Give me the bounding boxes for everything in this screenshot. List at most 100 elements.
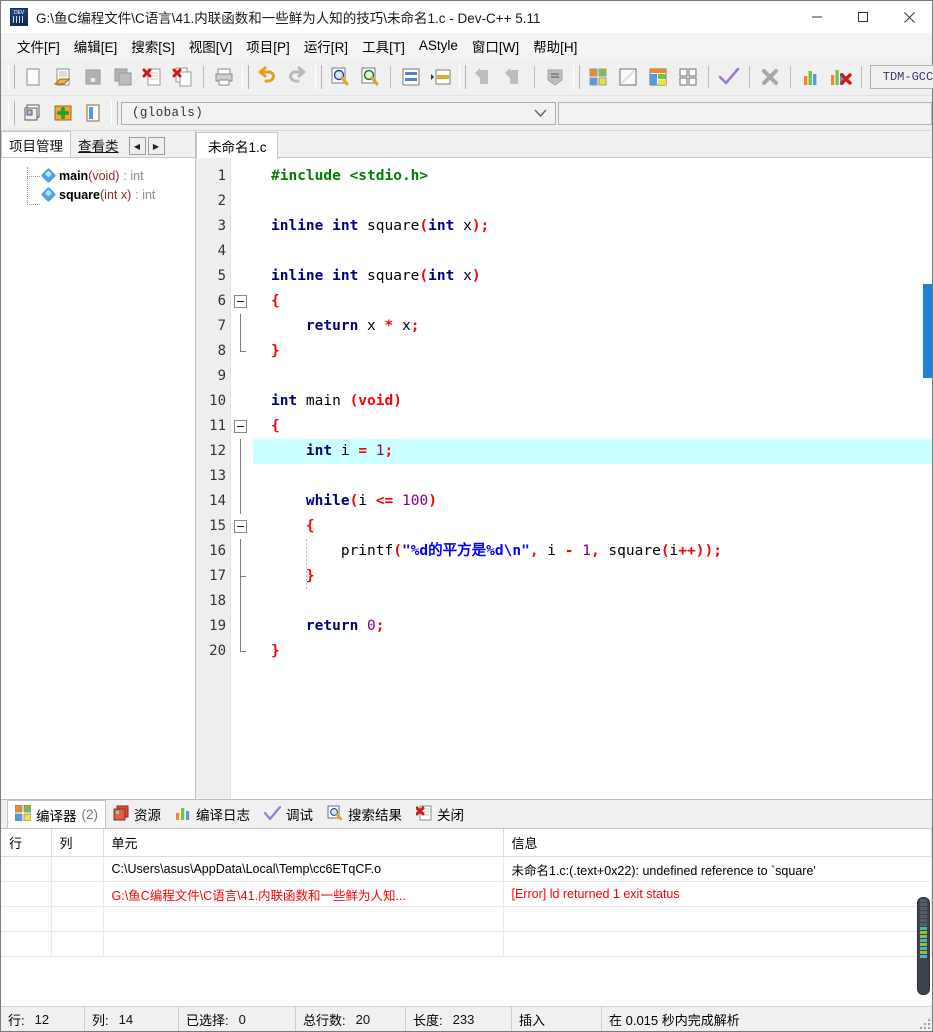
code-line[interactable]: {	[253, 414, 932, 439]
editor-scrollbar-thumb[interactable]	[923, 284, 932, 378]
open-file-icon[interactable]	[48, 63, 78, 91]
menu-item-help[interactable]: 帮助[H]	[526, 34, 584, 58]
column-header-col[interactable]: 列	[51, 829, 104, 857]
minimize-button[interactable]	[794, 1, 840, 33]
fold-marker-row[interactable]	[231, 189, 253, 214]
goto-line-icon[interactable]	[396, 63, 426, 91]
rebuild-all-icon[interactable]	[673, 63, 703, 91]
fold-marker-row[interactable]	[231, 339, 253, 364]
code-editor[interactable]: 1 2 3 4 5 6 7 8 9 10 11 12 13 14 15 16 17 18 19 20 #include…	[196, 158, 932, 799]
syntax-check-icon[interactable]	[714, 63, 744, 91]
toolbar-grip[interactable]	[8, 64, 15, 89]
toolbar-grip-3[interactable]	[315, 64, 322, 89]
insert-icon[interactable]	[540, 63, 570, 91]
window-resize-grip[interactable]	[919, 1018, 931, 1030]
code-text[interactable]: #include <stdio.h> inline int square(int…	[253, 158, 932, 799]
editor-vertical-scrollbar[interactable]	[923, 158, 932, 799]
close-file-icon[interactable]	[138, 63, 168, 91]
back-icon[interactable]	[469, 63, 499, 91]
fold-marker-row[interactable]	[231, 464, 253, 489]
bottom-tab-compiler[interactable]: 编译器 (2)	[7, 800, 106, 828]
code-line[interactable]	[253, 464, 932, 489]
fold-marker-row[interactable]	[231, 489, 253, 514]
code-line[interactable]: int main (void)	[253, 389, 932, 414]
remove-from-project-icon[interactable]	[78, 99, 108, 127]
fold-marker-row[interactable]	[231, 239, 253, 264]
fold-marker-row[interactable]	[231, 389, 253, 414]
tab-class-browser[interactable]: 查看类	[71, 133, 126, 157]
compile-icon[interactable]	[583, 63, 613, 91]
fold-marker-row[interactable]	[231, 289, 253, 314]
code-line[interactable]: {	[253, 514, 932, 539]
code-line[interactable]: return x * x;	[253, 314, 932, 339]
menu-item-run[interactable]: 运行[R]	[297, 34, 355, 58]
menu-item-project[interactable]: 项目[P]	[239, 34, 297, 58]
stop-execution-icon[interactable]	[755, 63, 785, 91]
code-line[interactable]	[253, 589, 932, 614]
fold-marker-row[interactable]	[231, 439, 253, 464]
bottom-tab-close[interactable]: 关闭	[409, 801, 471, 827]
fold-marker-row[interactable]	[231, 264, 253, 289]
menu-item-astyle[interactable]: AStyle	[412, 36, 465, 55]
code-line[interactable]: }	[253, 339, 932, 364]
tree-item-square[interactable]: square (int x) : int	[1, 177, 195, 205]
code-line[interactable]	[253, 189, 932, 214]
fold-marker-row[interactable]	[231, 539, 253, 564]
toolbar-grip-5[interactable]	[573, 64, 580, 89]
fold-marker-row[interactable]	[231, 514, 253, 539]
menu-item-window[interactable]: 窗口[W]	[465, 34, 526, 58]
find-icon[interactable]	[325, 63, 355, 91]
close-all-icon[interactable]	[168, 63, 198, 91]
undo-icon[interactable]	[252, 63, 282, 91]
fold-collapse-icon[interactable]	[234, 295, 247, 308]
compiler-output-grid[interactable]: 行 列 单元 信息 C:\Users\asus\AppData\Local\Te…	[1, 828, 932, 1006]
code-folding-column[interactable]	[231, 158, 253, 799]
bottom-tab-debug[interactable]: 调试	[257, 801, 320, 827]
delete-profile-icon[interactable]	[826, 63, 856, 91]
new-file-icon[interactable]	[18, 63, 48, 91]
code-line[interactable]: {	[253, 289, 932, 314]
menu-item-file[interactable]: 文件[F]	[10, 34, 67, 58]
fold-marker-row[interactable]	[231, 589, 253, 614]
code-line[interactable]: int i = 1;	[253, 439, 932, 464]
code-line[interactable]: }	[253, 639, 932, 664]
menu-item-view[interactable]: 视图[V]	[182, 34, 240, 58]
fold-marker-row[interactable]	[231, 314, 253, 339]
menu-item-tools[interactable]: 工具[T]	[355, 34, 412, 58]
replace-icon[interactable]	[355, 63, 385, 91]
toolbar-grip-2[interactable]	[242, 64, 249, 89]
fold-marker-row[interactable]	[231, 164, 253, 189]
editor-tab-untitled1c[interactable]: 未命名1.c	[196, 132, 278, 158]
profile-icon[interactable]	[796, 63, 826, 91]
tab-project-manager[interactable]: 项目管理	[1, 131, 71, 157]
goto-function-icon[interactable]	[426, 63, 456, 91]
project-toolbar-grip[interactable]	[8, 101, 15, 125]
fold-marker-row[interactable]	[231, 639, 253, 664]
bottom-tab-search-results[interactable]: 搜索结果	[320, 801, 409, 827]
scope-grip[interactable]	[111, 101, 118, 125]
fold-marker-row[interactable]	[231, 414, 253, 439]
menu-item-edit[interactable]: 编辑[E]	[67, 34, 125, 58]
table-row[interactable]	[1, 906, 932, 932]
code-line[interactable]: inline int square(int x);	[253, 214, 932, 239]
new-project-icon[interactable]	[18, 99, 48, 127]
column-header-message[interactable]: 信息	[503, 829, 932, 857]
redo-icon[interactable]	[282, 63, 312, 91]
toolbar-grip-4[interactable]	[459, 64, 466, 89]
code-line[interactable]	[253, 364, 932, 389]
column-header-unit[interactable]: 单元	[103, 829, 504, 857]
secondary-combo[interactable]	[558, 101, 932, 125]
code-line[interactable]: }	[253, 564, 932, 589]
code-line[interactable]: printf("%d的平方是%d\n", i - 1, square(i++))…	[253, 539, 932, 564]
fold-collapse-icon[interactable]	[234, 520, 247, 533]
tab-scroll-right-icon[interactable]: ▶	[147, 137, 165, 155]
fold-marker-row[interactable]	[231, 564, 253, 589]
code-line[interactable]: while(i <= 100)	[253, 489, 932, 514]
column-header-line[interactable]: 行	[1, 829, 52, 857]
run-icon[interactable]	[613, 63, 643, 91]
output-scrollbar-thumb[interactable]	[917, 897, 930, 995]
compiler-set-combo[interactable]: TDM-GCC	[870, 64, 933, 89]
save-file-icon[interactable]	[78, 63, 108, 91]
tab-scroll-left-icon[interactable]: ◀	[128, 137, 146, 155]
table-row[interactable]	[1, 931, 932, 957]
